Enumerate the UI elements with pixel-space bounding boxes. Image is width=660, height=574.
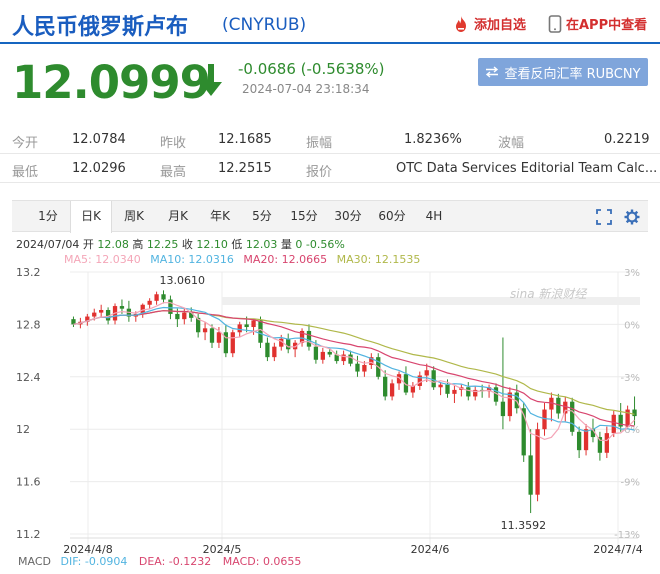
candle-body bbox=[258, 320, 263, 343]
candle-body bbox=[576, 431, 582, 451]
candle-body bbox=[182, 312, 187, 320]
sina-watermark: sina 新浪财经 bbox=[510, 287, 588, 301]
candle-body bbox=[306, 330, 312, 347]
candle-body bbox=[216, 332, 222, 343]
candle-body bbox=[500, 401, 506, 417]
candle-body bbox=[542, 409, 547, 430]
candle-body bbox=[327, 351, 332, 355]
candle-body bbox=[570, 401, 575, 432]
candle-body bbox=[92, 312, 97, 317]
candle-body bbox=[389, 383, 395, 397]
low-annotation: 11.3592 bbox=[501, 519, 547, 532]
y-tick-label: 12.4 bbox=[16, 371, 41, 384]
candle-body bbox=[604, 433, 609, 453]
candle-body bbox=[202, 328, 208, 333]
candle-body bbox=[431, 370, 436, 388]
y-tick-label: 12.8 bbox=[16, 318, 41, 331]
candle-body bbox=[535, 429, 540, 495]
pct-tick-label: -9% bbox=[621, 478, 640, 489]
candle-body bbox=[209, 328, 215, 343]
candle-body bbox=[445, 384, 450, 394]
candle-body bbox=[466, 387, 471, 397]
high-annotation: 13.0610 bbox=[160, 274, 206, 287]
candle-body bbox=[320, 351, 325, 360]
candle-body bbox=[244, 324, 249, 328]
candle-body bbox=[362, 365, 367, 372]
y-tick-label: 11.6 bbox=[16, 476, 41, 489]
ma5-line bbox=[73, 302, 635, 442]
candle-body bbox=[230, 332, 235, 354]
candle-body bbox=[632, 409, 637, 417]
candle-body bbox=[147, 300, 152, 305]
candle-body bbox=[528, 455, 533, 495]
candle-body bbox=[175, 313, 180, 320]
candle-body bbox=[251, 320, 256, 328]
candle-body bbox=[424, 370, 429, 376]
pct-tick-label: 3% bbox=[624, 268, 640, 279]
candle-body bbox=[119, 306, 125, 309]
y-tick-label: 12 bbox=[16, 423, 30, 436]
candle-body bbox=[611, 414, 616, 434]
x-tick-label: 2024/7/4 bbox=[593, 543, 642, 556]
candle-body bbox=[272, 346, 277, 358]
pct-tick-label: -13% bbox=[614, 530, 640, 541]
candle-body bbox=[161, 294, 166, 300]
chart-grid bbox=[70, 271, 640, 556]
candle-body bbox=[99, 309, 104, 313]
macd-dif: DIF: -0.0904 bbox=[60, 555, 128, 568]
candle-body bbox=[313, 346, 319, 360]
candle-body bbox=[286, 338, 291, 350]
candle-body bbox=[583, 429, 589, 451]
macd-value: MACD: 0.0655 bbox=[222, 555, 302, 568]
y-tick-label: 11.2 bbox=[16, 528, 41, 541]
candle-body bbox=[265, 342, 270, 358]
candle-body bbox=[168, 299, 173, 314]
candle-body bbox=[154, 294, 159, 301]
pct-tick-label: 0% bbox=[624, 320, 640, 331]
macd-label: MACD bbox=[18, 555, 51, 568]
y-axis: 13.2 12.8 12.4 12 11.6 11.2 bbox=[16, 266, 41, 541]
candle-body bbox=[383, 376, 388, 397]
kline-chart[interactable]: sina 新浪财经 13.2 12.8 12.4 12 11.6 11.2 3% 0% -3%… bbox=[0, 0, 660, 574]
macd-readout: MACD DIF: -0.0904 DEA: -0.1232 MACD: 0.0… bbox=[18, 555, 301, 568]
annotations: 13.0610 11.3592 bbox=[160, 274, 547, 532]
y-tick-label: 13.2 bbox=[16, 266, 41, 279]
ma10-line bbox=[73, 306, 635, 432]
ma-lines bbox=[73, 302, 635, 442]
macd-dea: DEA: -0.1232 bbox=[138, 555, 212, 568]
pct-tick-label: -3% bbox=[621, 373, 640, 384]
candles bbox=[71, 290, 637, 514]
x-tick-label: 2024/6 bbox=[411, 543, 450, 556]
watermark-text: sina 新浪财经 bbox=[510, 287, 588, 301]
candle-body bbox=[452, 389, 457, 394]
candle-body bbox=[355, 363, 360, 372]
candle-body bbox=[507, 392, 513, 417]
candle-body bbox=[237, 324, 242, 333]
candle-body bbox=[348, 354, 353, 364]
candle-body bbox=[438, 384, 443, 388]
